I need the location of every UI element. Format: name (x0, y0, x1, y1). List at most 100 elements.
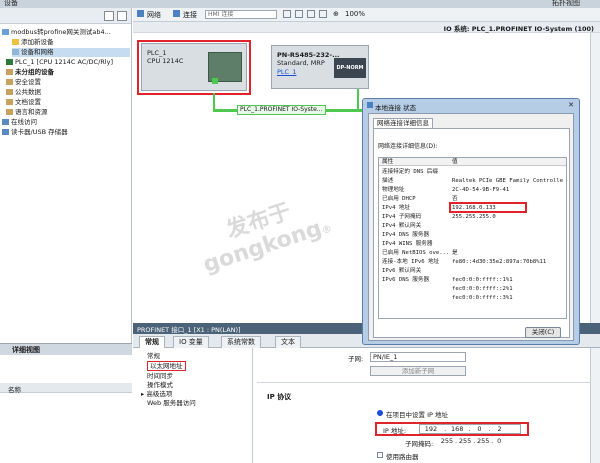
network-button[interactable]: 网络 (147, 10, 161, 20)
nav-time-sync[interactable]: 时间同步 (147, 372, 173, 380)
tree-toolbar (0, 8, 131, 24)
tree-item-languages[interactable]: 语言和资源 (6, 108, 48, 117)
tree-item-doc-settings[interactable]: 文档设置 (6, 98, 41, 107)
nav-web-server-access[interactable]: Web 服务器访问 (147, 399, 196, 407)
tree-item-card-reader[interactable]: 读卡器/USB 存储器 (2, 128, 68, 137)
document-icon (6, 99, 13, 105)
dialog-title: 本地连接 状态 (375, 104, 417, 112)
toolbar-icon[interactable] (283, 10, 291, 18)
properties-content: 子网: PN/IE_1 添加新子网 IP 协议 在项目中设置 IP 地址 IP … (253, 348, 600, 463)
title-strip: 设备 拓扑视图 (0, 0, 600, 8)
details-tab[interactable]: 网络连接详细信息 (373, 118, 433, 128)
gateway-type: Standard, MRP (277, 59, 325, 67)
list-view-icon[interactable] (104, 11, 114, 21)
project-icon (2, 29, 9, 35)
toolbar-icon[interactable] (307, 10, 315, 18)
use-router-checkbox[interactable] (377, 452, 383, 458)
project-tree: modbus转profine网关测试ab4... 添加新设备 设备和网络 PLC… (0, 8, 132, 343)
tree-item-project[interactable]: modbus转profine网关测试ab4... (2, 28, 111, 37)
network-toolbar: 网络 连接 HMI 连接 ⊕ 100% (133, 8, 600, 22)
details-table[interactable]: 属性 值 连接特定的 DNS 后缀 描述 Realtek PCIe GBE Fam… (378, 157, 567, 319)
ip-address-field[interactable]: 192 . 168 . 0 . 2 (419, 424, 521, 434)
nav-ethernet-address[interactable]: 以太网地址 (147, 361, 186, 371)
tree-item-common-data[interactable]: 公共数据 (6, 88, 41, 97)
network-icon[interactable] (137, 10, 144, 17)
gateway-controller-link[interactable]: PLC_1 (277, 68, 296, 76)
tab-texts[interactable]: 文本 (275, 336, 301, 348)
tree-item-add-device[interactable]: 添加新设备 (12, 38, 54, 47)
usb-icon (2, 129, 9, 135)
tree-item-security[interactable]: 安全设置 (6, 78, 41, 87)
table-row: fec0:0:0:ffff::3%1 (452, 295, 513, 301)
tab-system-constants[interactable]: 系统常数 (221, 336, 261, 348)
detail-col-name: 名称 (8, 386, 21, 394)
nav-advanced-options[interactable]: ▸ 高级选项 (141, 390, 172, 398)
table-row: 描述 Realtek PCIe GBE Family Controlle (382, 178, 564, 184)
close-icon[interactable]: ✕ (567, 101, 575, 109)
details-heading: 网络连接详细信息(D): (378, 143, 438, 150)
network-adapter-icon (367, 102, 373, 108)
profinet-io-system-label[interactable]: PLC_1.PROFINET IO-Syste... (237, 105, 326, 115)
nav-general[interactable]: 常规 (147, 352, 160, 360)
shield-icon (6, 79, 13, 85)
online-icon (2, 119, 9, 125)
properties-scrollbar[interactable] (590, 348, 600, 463)
add-subnet-button[interactable]: 添加新子网 (370, 366, 466, 376)
gateway-connection-line (357, 89, 359, 111)
folder-icon (6, 89, 13, 95)
devices-label: 设备 (4, 0, 18, 7)
close-button[interactable]: 关闭(C) (525, 327, 561, 338)
table-row: fec0:0:0:ffff::2%1 (452, 286, 513, 292)
set-ip-radio[interactable] (377, 410, 383, 416)
table-row: IPv4 默认网关 (382, 223, 422, 229)
language-icon (6, 109, 13, 115)
tree-item-ungrouped[interactable]: 未分组的设备 (6, 68, 54, 77)
grid-view-icon[interactable] (117, 11, 127, 21)
io-system-label: IO 系统: PLC_1.PROFINET IO-System (100) (443, 25, 594, 33)
plc-connection-line (213, 93, 215, 111)
subnet-select[interactable]: PN/IE_1 (370, 352, 466, 362)
toolbar-icon[interactable] (295, 10, 303, 18)
topology-view-label[interactable]: 拓扑视图 (552, 0, 580, 8)
table-row: IPv4 子网掩码 255.255.255.0 (382, 214, 496, 220)
gateway-device[interactable]: PN-RS485-232-... Standard, MRP PLC_1 DP-… (271, 45, 369, 89)
subnet-mask-field[interactable]: 255. 255. 255. 0 (439, 437, 521, 447)
subnet-label: 子网: (348, 355, 364, 363)
table-header: 属性 值 (379, 158, 566, 166)
detail-view-body (0, 355, 132, 463)
table-row: 连接-本地 IPv6 地址 fe80::4d30:35e2:897a:70b8%1… (382, 259, 547, 265)
table-row: 连接特定的 DNS 后缀 (382, 169, 438, 175)
tab-general[interactable]: 常规 (139, 336, 165, 348)
properties-title: PROFINET 接口_1 [X1 : PN(LAN)] (137, 326, 241, 334)
ip-protocol-heading: IP 协议 (267, 393, 292, 401)
io-system-bar: IO 系统: PLC_1.PROFINET IO-System (100) (133, 22, 600, 33)
nav-operating-mode[interactable]: 操作模式 (147, 381, 173, 389)
connection-type-select[interactable]: HMI 连接 (205, 10, 277, 19)
tab-io-tags[interactable]: IO 变量 (173, 336, 209, 348)
dp-norm-badge: DP-NORM (334, 58, 366, 78)
detail-view-header[interactable]: 详细视图 (0, 343, 132, 355)
tree-item-devices-networks[interactable]: 设备和网络 (12, 48, 130, 57)
subnet-mask-label: 子网掩码: (405, 440, 434, 448)
plc-icon (6, 59, 13, 65)
detail-view-columns: 名称 (0, 383, 132, 394)
ipv4-highlight-box (449, 202, 527, 213)
ip-address-label: IP 地址: (383, 427, 407, 435)
connect-icon[interactable] (173, 10, 180, 17)
connect-button[interactable]: 连接 (183, 10, 197, 20)
tree-item-online-access[interactable]: 在线访问 (2, 118, 37, 127)
tree-item-plc[interactable]: PLC_1 [CPU 1214C AC/DC/Rly] (6, 58, 113, 67)
section-divider (257, 382, 597, 383)
details-window: 网络连接详细信息 网络连接详细信息(D): 属性 值 连接特定的 DNS 后缀 … (368, 113, 574, 341)
properties-nav: 常规 以太网地址 时间同步 操作模式 ▸ 高级选项 Web 服务器访问 (133, 348, 253, 463)
table-row: 物理地址 2C-4D-54-9B-F9-41 (382, 187, 510, 193)
zoom-in-icon[interactable]: ⊕ (333, 10, 339, 18)
set-ip-in-project-label: 在项目中设置 IP 地址 (386, 411, 448, 419)
zoom-level[interactable]: 100% (345, 10, 365, 18)
toolbar-icon[interactable] (319, 10, 327, 18)
local-connection-status-dialog: 本地连接 状态 ✕ 网络连接详细信息 网络连接详细信息(D): 属性 值 连接特… (362, 98, 580, 345)
col-value: 值 (452, 159, 458, 165)
use-router-label: 使用路由器 (386, 453, 419, 461)
table-row: IPv6 默认网关 (382, 268, 422, 274)
canvas-scrollbar[interactable] (590, 33, 600, 323)
